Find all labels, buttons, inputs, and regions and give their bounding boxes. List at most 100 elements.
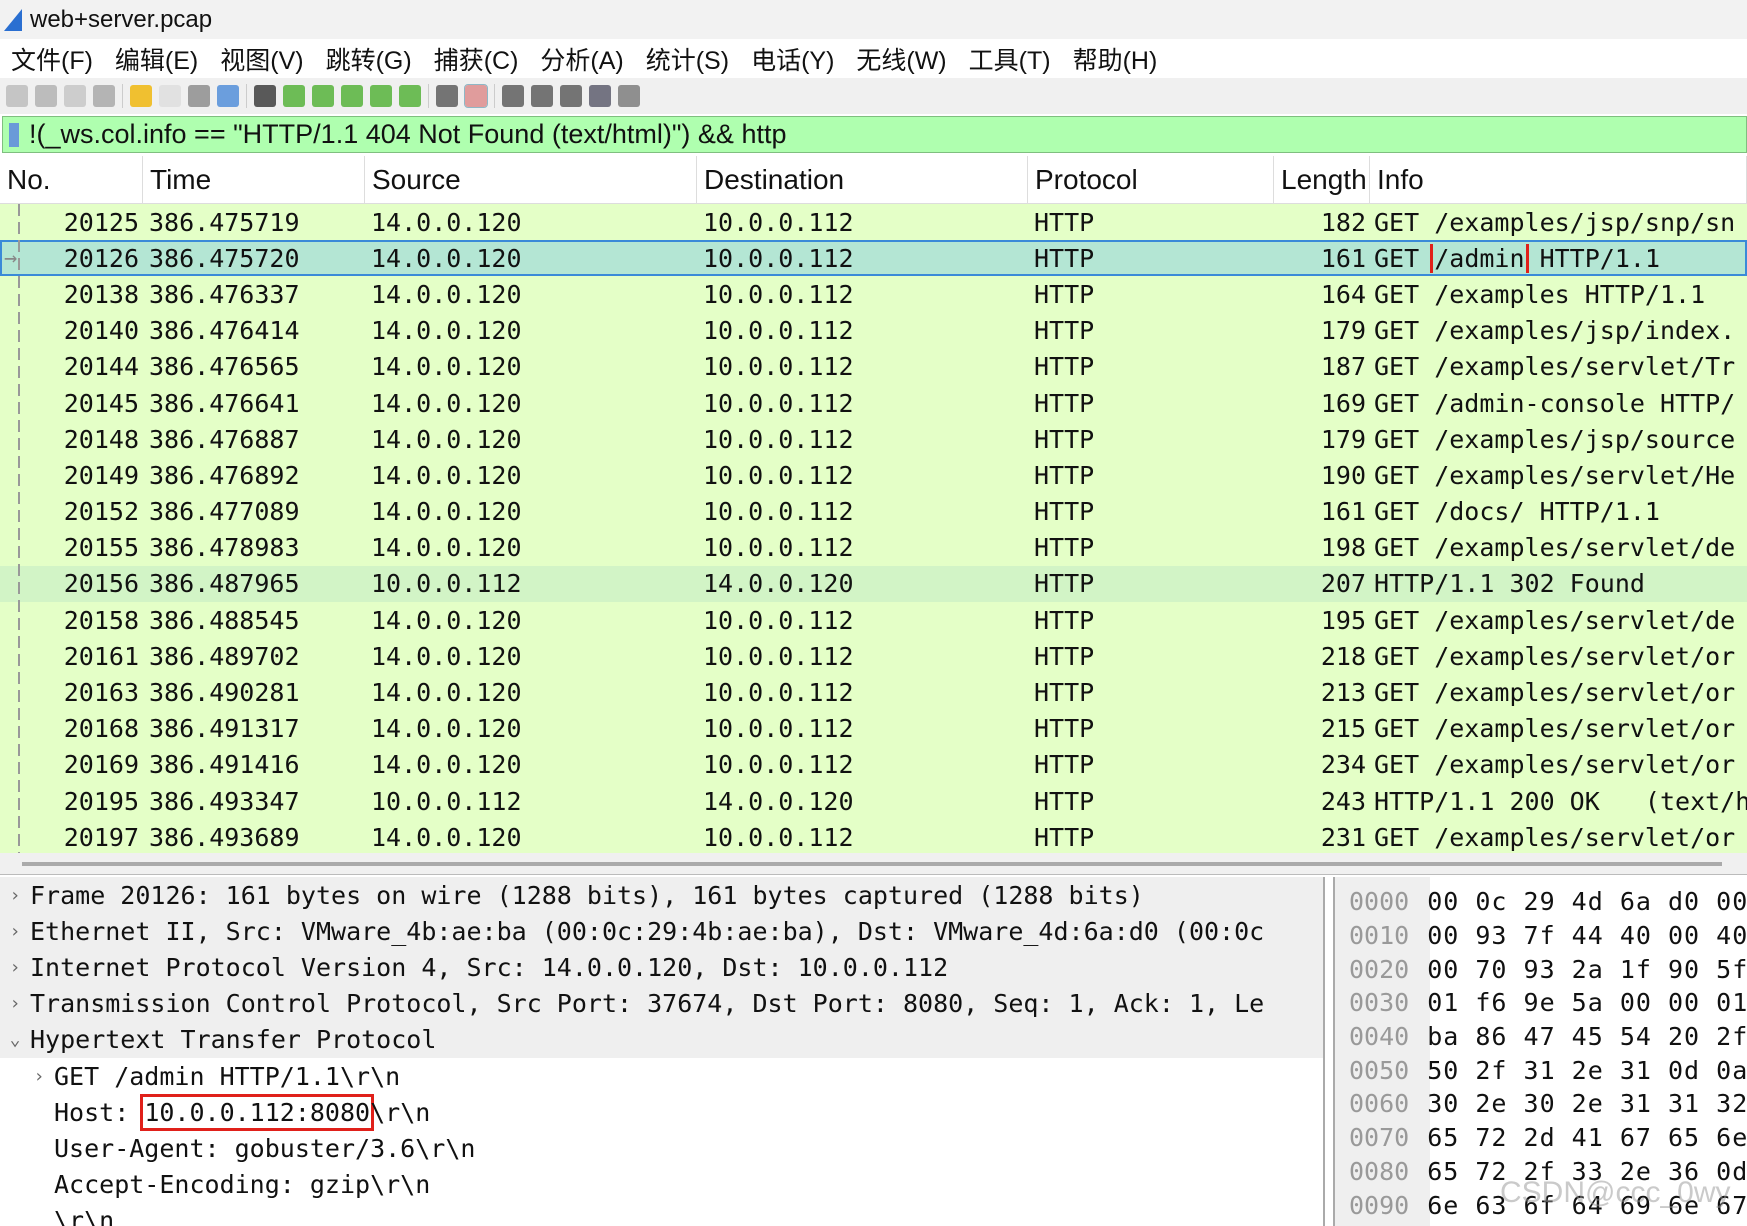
detail-tree-item[interactable]: ⌄ Hypertext Transfer Protocol xyxy=(0,1021,1323,1058)
expand-arrow-icon[interactable]: › xyxy=(0,993,30,1014)
zoom-out-icon[interactable] xyxy=(531,85,553,107)
detail-tree-item[interactable]: Host: 10.0.0.112:8080 \r\n xyxy=(0,1093,1323,1131)
packet-row[interactable]: 20195 386.493347 10.0.0.112 14.0.0.120 HTTP 2… xyxy=(0,783,1747,819)
hex-bytes[interactable]: ba 86 47 45 54 20 2f xyxy=(1409,1022,1747,1051)
packet-row[interactable]: 20140 386.476414 14.0.0.120 10.0.0.112 HTTP 1… xyxy=(0,313,1747,349)
detail-tree-item[interactable]: › Frame 20126: 161 bytes on wire (1288 bi… xyxy=(0,877,1323,914)
packet-row[interactable]: 20197 386.493689 14.0.0.120 10.0.0.112 HTTP 2… xyxy=(0,819,1747,853)
cell-no: 20140 xyxy=(63,316,139,346)
hex-bytes[interactable]: 00 70 93 2a 1f 90 5f xyxy=(1409,955,1747,984)
expand-arrow-icon[interactable]: ⌄ xyxy=(0,1029,30,1050)
hex-bytes[interactable]: 00 0c 29 4d 6a d0 00 xyxy=(1409,887,1747,916)
hex-row[interactable]: 0070 65 72 2d 41 67 65 6e xyxy=(1335,1121,1747,1155)
packet-row[interactable]: 20148 386.476887 14.0.0.120 10.0.0.112 HTTP 1… xyxy=(0,421,1747,457)
menu-item[interactable]: 无线(W) xyxy=(845,41,957,77)
hex-bytes[interactable]: 65 72 2d 41 67 65 6e xyxy=(1409,1123,1747,1152)
open-file-icon[interactable] xyxy=(130,85,152,107)
hex-bytes[interactable]: 50 2f 31 2e 31 0d 0a xyxy=(1409,1056,1747,1085)
packet-row[interactable]: 20152 386.477089 14.0.0.120 10.0.0.112 HTTP 1… xyxy=(0,494,1747,530)
hex-row[interactable]: 0060 30 2e 30 2e 31 31 32 xyxy=(1335,1087,1747,1121)
packet-row[interactable]: 20161 386.489702 14.0.0.120 10.0.0.112 HTTP 2… xyxy=(0,638,1747,674)
find-packet-icon[interactable] xyxy=(254,85,276,107)
packet-row[interactable]: 20158 386.488545 14.0.0.120 10.0.0.112 HTTP 1… xyxy=(0,602,1747,638)
stop-capture-icon[interactable] xyxy=(35,85,57,107)
capture-options-icon[interactable] xyxy=(93,85,115,107)
last-packet-icon[interactable] xyxy=(399,85,421,107)
normal-size-icon[interactable] xyxy=(560,85,582,107)
packet-row[interactable]: 20145 386.476641 14.0.0.120 10.0.0.112 HTTP 1… xyxy=(0,385,1747,421)
packet-row[interactable]: 20156 386.487965 10.0.0.112 14.0.0.120 HTTP 2… xyxy=(0,565,1747,603)
column-header-protocol[interactable]: Protocol xyxy=(1028,156,1274,203)
expand-arrow-icon[interactable]: › xyxy=(0,957,30,978)
menu-item[interactable]: 工具(T) xyxy=(958,41,1062,77)
column-header-time[interactable]: Time xyxy=(143,156,365,203)
hex-bytes[interactable]: 01 f6 9e 5a 00 00 01 xyxy=(1409,988,1747,1017)
packet-row[interactable]: 20144 386.476565 14.0.0.120 10.0.0.112 HTTP 1… xyxy=(0,349,1747,385)
go-back-icon[interactable] xyxy=(283,85,305,107)
horizontal-scrollbar[interactable] xyxy=(0,853,1747,875)
menu-item[interactable]: 电话(Y) xyxy=(740,41,845,77)
detail-tree-item[interactable]: › GET /admin HTTP/1.1\r\n xyxy=(0,1058,1323,1094)
hex-row[interactable]: 0050 50 2f 31 2e 31 0d 0a xyxy=(1335,1053,1747,1087)
layout-icon[interactable] xyxy=(618,85,640,107)
detail-tree-item[interactable]: › Internet Protocol Version 4, Src: 14.0.… xyxy=(0,949,1323,986)
detail-tree-item[interactable]: Accept-Encoding: gzip\r\n xyxy=(0,1167,1323,1203)
hex-row[interactable]: 0020 00 70 93 2a 1f 90 5f xyxy=(1335,952,1747,986)
expand-arrow-icon[interactable]: › xyxy=(0,885,30,906)
first-packet-icon[interactable] xyxy=(370,85,392,107)
expand-arrow-icon[interactable]: › xyxy=(24,1066,54,1087)
packet-row[interactable]: 20163 386.490281 14.0.0.120 10.0.0.112 HTTP 2… xyxy=(0,674,1747,710)
restart-capture-icon[interactable] xyxy=(64,85,86,107)
cell-length: 169 xyxy=(1320,388,1366,418)
hex-row[interactable]: 0010 00 93 7f 44 40 00 40 xyxy=(1335,919,1747,953)
display-filter-bar[interactable]: !(_ws.col.info == "HTTP/1.1 404 Not Foun… xyxy=(2,116,1747,153)
display-filter-input[interactable]: !(_ws.col.info == "HTTP/1.1 404 Not Foun… xyxy=(29,119,786,150)
menu-item[interactable]: 视图(V) xyxy=(209,41,314,77)
menu-item[interactable]: 跳转(G) xyxy=(315,41,423,77)
packet-row[interactable]: → 20126 386.475720 14.0.0.120 10.0.0.112 HTTP… xyxy=(0,240,1747,277)
hex-row[interactable]: 0030 01 f6 9e 5a 00 00 01 xyxy=(1335,986,1747,1020)
close-file-icon[interactable] xyxy=(188,85,210,107)
hex-bytes[interactable]: 00 93 7f 44 40 00 40 xyxy=(1409,921,1747,950)
auto-scroll-icon[interactable] xyxy=(436,85,458,107)
reload-file-icon[interactable] xyxy=(217,85,239,107)
menu-item[interactable]: 文件(F) xyxy=(0,41,104,77)
column-header-no[interactable]: No. xyxy=(0,156,143,203)
packet-row[interactable]: 20125 386.475719 14.0.0.120 10.0.0.112 HTTP 1… xyxy=(0,204,1747,240)
detail-tree-item[interactable]: \r\n xyxy=(0,1203,1323,1226)
bookmark-icon[interactable] xyxy=(9,122,19,147)
column-header-length[interactable]: Length xyxy=(1274,156,1370,203)
hex-row[interactable]: 0040 ba 86 47 45 54 20 2f xyxy=(1335,1020,1747,1054)
menu-item[interactable]: 分析(A) xyxy=(529,41,634,77)
column-header-info[interactable]: Info xyxy=(1370,156,1747,203)
column-header-source[interactable]: Source xyxy=(365,156,697,203)
cell-no: 20148 xyxy=(63,424,139,454)
go-to-packet-icon[interactable] xyxy=(341,85,363,107)
menu-item[interactable]: 帮助(H) xyxy=(1062,41,1169,77)
colorize-icon[interactable] xyxy=(464,84,488,108)
hex-row[interactable]: 00a00a xyxy=(1335,1222,1747,1226)
detail-tree-item[interactable]: › Transmission Control Protocol, Src Port… xyxy=(0,985,1323,1022)
zoom-in-icon[interactable] xyxy=(502,85,524,107)
save-file-icon[interactable] xyxy=(159,85,181,107)
detail-tree-item[interactable]: User-Agent: gobuster/3.6\r\n xyxy=(0,1130,1323,1166)
packet-row[interactable]: 20169 386.491416 14.0.0.120 10.0.0.112 HTTP 2… xyxy=(0,747,1747,783)
menu-item[interactable]: 统计(S) xyxy=(635,41,740,77)
hex-bytes[interactable]: 30 2e 30 2e 31 31 32 xyxy=(1409,1089,1747,1118)
start-capture-icon[interactable] xyxy=(6,85,28,107)
detail-tree-item[interactable]: › Ethernet II, Src: VMware_4b:ae:ba (00:0… xyxy=(0,913,1323,950)
column-header-destination[interactable]: Destination xyxy=(697,156,1028,203)
scrollbar-thumb[interactable] xyxy=(22,862,1722,866)
packet-row[interactable]: 20138 386.476337 14.0.0.120 10.0.0.112 HTTP 1… xyxy=(0,276,1747,312)
hex-row[interactable]: 0000 00 0c 29 4d 6a d0 00 xyxy=(1335,885,1747,919)
go-forward-icon[interactable] xyxy=(312,85,334,107)
detail-text: GET /admin HTTP/1.1\r\n xyxy=(54,1061,401,1091)
resize-columns-icon[interactable] xyxy=(589,85,611,107)
packet-row[interactable]: 20168 386.491317 14.0.0.120 10.0.0.112 HTTP 2… xyxy=(0,711,1747,747)
expand-arrow-icon[interactable]: › xyxy=(0,921,30,942)
menu-item[interactable]: 编辑(E) xyxy=(104,41,209,77)
cell-no: 20168 xyxy=(63,714,139,744)
packet-row[interactable]: 20155 386.478983 14.0.0.120 10.0.0.112 HTTP 1… xyxy=(0,530,1747,566)
packet-row[interactable]: 20149 386.476892 14.0.0.120 10.0.0.112 HTTP 1… xyxy=(0,457,1747,493)
menu-item[interactable]: 捕获(C) xyxy=(423,41,530,77)
